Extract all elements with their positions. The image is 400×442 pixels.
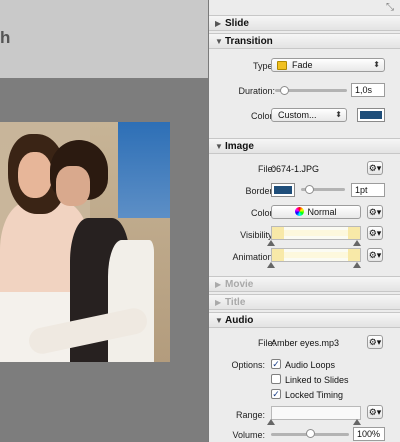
fade-icon [277, 61, 287, 70]
animation-end-handle[interactable] [353, 262, 361, 268]
image-color-value: Normal [307, 207, 337, 217]
linked-to-slides-label: Linked to Slides [285, 375, 349, 385]
locked-timing-label: Locked Timing [285, 390, 344, 400]
gear-icon[interactable]: ⚙▾ [367, 405, 383, 419]
triangle-down-icon: ▼ [215, 37, 223, 46]
audio-range-start-handle[interactable] [267, 419, 275, 425]
image-visibility-label: Visibility: [240, 230, 275, 240]
section-movie-header[interactable]: ▶ Movie [209, 276, 400, 292]
triangle-down-icon: ▼ [215, 142, 223, 151]
gear-icon[interactable]: ⚙▾ [367, 335, 383, 349]
section-audio-header[interactable]: ▼ Audio [209, 312, 400, 328]
audio-range-bar[interactable] [271, 406, 361, 420]
section-transition-label: Transition [225, 36, 273, 47]
slide-canvas[interactable]: h [0, 0, 208, 442]
gear-icon[interactable]: ⚙▾ [367, 161, 383, 175]
gear-icon[interactable]: ⚙▾ [367, 248, 383, 262]
visibility-start-handle[interactable] [267, 240, 275, 246]
locked-timing-checkbox[interactable]: ✓ [271, 389, 281, 399]
triangle-down-icon: ▼ [215, 316, 223, 325]
section-slide-header[interactable]: ▶ Slide [209, 15, 400, 31]
transition-color-well[interactable] [357, 108, 385, 122]
animation-start-handle[interactable] [267, 262, 275, 268]
transition-color-popup[interactable]: Custom... ⬍ [271, 108, 347, 122]
section-title-header[interactable]: ▶ Title [209, 294, 400, 310]
gear-icon[interactable]: ⚙▾ [367, 226, 383, 240]
audio-options-label: Options: [231, 360, 265, 370]
transition-type-popup[interactable]: Fade ⬍ [271, 58, 385, 72]
image-file-label: File: [257, 164, 275, 174]
image-animation-label: Animation: [232, 252, 275, 262]
photo-window [118, 122, 170, 218]
inspector-panel: ⤡ ▶ Slide ▼ Transition Type: Fade ⬍ Dura… [208, 0, 400, 442]
range-fade-in [272, 227, 284, 239]
audio-volume-label: Volume: [232, 430, 265, 440]
canvas-top-band [0, 0, 208, 78]
range-fade-out [348, 249, 360, 261]
section-slide-label: Slide [225, 18, 249, 29]
image-border-swatch [274, 186, 292, 194]
transition-type-value: Fade [292, 60, 313, 70]
transition-color-label: Color: [250, 111, 275, 121]
section-movie-label: Movie [225, 279, 254, 290]
range-fade-in [272, 249, 284, 261]
triangle-right-icon: ▶ [215, 280, 222, 289]
animation-range-bar[interactable] [271, 248, 361, 262]
image-color-label: Color: [250, 208, 275, 218]
resize-icon[interactable]: ⤡ [386, 2, 394, 13]
visibility-end-handle[interactable] [353, 240, 361, 246]
popup-arrows-icon: ⬍ [335, 110, 342, 119]
volume-field[interactable]: 100% [353, 427, 385, 441]
audio-loops-checkbox[interactable]: ✓ [271, 359, 281, 369]
popup-arrows-icon: ⬍ [373, 60, 380, 69]
visibility-range-bar[interactable] [271, 226, 361, 240]
audio-range-label: Range: [235, 410, 265, 420]
triangle-right-icon: ▶ [215, 19, 222, 28]
duration-slider-knob[interactable] [280, 86, 290, 95]
photo-bride-face [18, 152, 52, 198]
audio-loops-label: Audio Loops [285, 360, 336, 370]
volume-slider-knob[interactable] [305, 429, 315, 438]
photo-groom-shirt [108, 240, 154, 362]
slide-photo[interactable] [0, 122, 170, 362]
check-icon: ✓ [272, 389, 280, 399]
audio-file-value: Amber eyes.mp3 [271, 338, 340, 348]
section-image-header[interactable]: ▼ Image [209, 138, 400, 154]
border-field[interactable]: 1pt [351, 183, 385, 197]
section-audio-label: Audio [225, 315, 254, 326]
border-slider-knob[interactable] [304, 185, 314, 194]
image-file-value: 0674-1.JPG [271, 164, 320, 174]
range-fade-out [348, 227, 360, 239]
transition-type-label: Type: [252, 61, 275, 71]
image-border-well[interactable] [271, 183, 295, 197]
audio-range-end-handle[interactable] [353, 419, 361, 425]
transition-color-value: Custom... [278, 110, 317, 120]
transition-color-swatch [360, 111, 382, 119]
duration-field[interactable]: 1,0s [351, 83, 385, 97]
color-wheel-icon [295, 207, 305, 216]
image-border-label: Border: [245, 186, 275, 196]
transition-duration-label: Duration: [238, 86, 275, 96]
linked-to-slides-checkbox[interactable] [271, 374, 281, 384]
section-title-label: Title [225, 297, 246, 308]
range-body [284, 410, 348, 416]
range-body [284, 230, 348, 236]
photo-groom-face [56, 166, 90, 206]
check-icon: ✓ [272, 359, 280, 369]
audio-file-label: File: [257, 338, 275, 348]
slide-title-text: h [0, 28, 11, 47]
range-body [284, 252, 348, 258]
gear-icon[interactable]: ⚙▾ [367, 205, 383, 219]
section-image-label: Image [225, 141, 254, 152]
image-color-button[interactable]: Normal [271, 205, 361, 219]
triangle-right-icon: ▶ [215, 298, 222, 307]
section-transition-header[interactable]: ▼ Transition [209, 33, 400, 49]
